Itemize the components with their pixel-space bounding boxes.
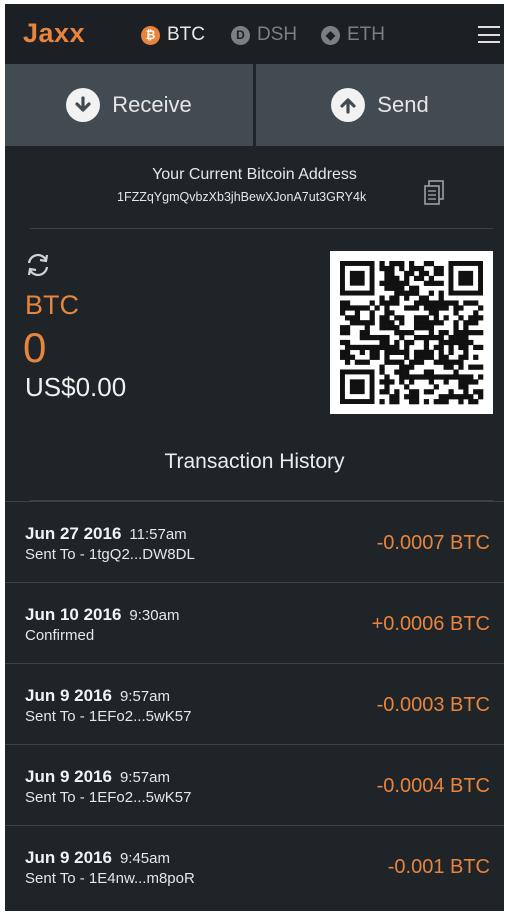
tab-btc[interactable]: ₿ BTC <box>141 24 205 46</box>
transaction-row[interactable]: Jun 9 2016 9:45am Sent To - 1E4nw...m8poR… <box>5 825 504 906</box>
tx-amount: -0.0004 BTC <box>376 775 490 797</box>
tx-time: 9:30am <box>129 607 180 624</box>
dash-icon: D <box>231 25 250 45</box>
tx-date: Jun 9 2016 9:57am <box>25 686 170 705</box>
tx-date: Jun 27 2016 11:57am <box>25 524 187 543</box>
tab-eth-label: ETH <box>347 24 385 45</box>
tx-time: 11:57am <box>129 526 187 543</box>
refresh-icon[interactable] <box>23 250 53 280</box>
action-bar: Receive Send <box>5 64 504 146</box>
tx-amount: +0.0006 BTC <box>371 613 490 635</box>
tx-detail: Sent To - 1tgQ2...DW8DL <box>25 546 195 563</box>
tab-eth[interactable]: ◆ ETH <box>321 24 385 46</box>
transaction-row[interactable]: Jun 10 2016 9:30am Confirmed +0.0006 BTC <box>5 582 504 663</box>
tx-date: Jun 10 2016 9:30am <box>25 605 180 624</box>
bitcoin-icon: ₿ <box>141 25 160 45</box>
transaction-row[interactable]: Jun 27 2016 11:57am Sent To - 1tgQ2...DW8… <box>5 501 504 582</box>
tab-dsh[interactable]: D DSH <box>231 24 297 46</box>
arrow-up-circle-icon <box>331 88 366 122</box>
transaction-list: Jun 27 2016 11:57am Sent To - 1tgQ2...DW8… <box>5 501 504 906</box>
send-label: Send <box>377 92 429 117</box>
tx-detail: Sent To - 1EFo2...5wK57 <box>25 708 192 725</box>
balance-fiat: US$0.00 <box>25 372 127 402</box>
tx-amount: -0.0007 BTC <box>376 532 490 554</box>
send-button[interactable]: Send <box>256 64 504 146</box>
app-logo: Jaxx <box>23 18 86 48</box>
tab-btc-label: BTC <box>167 24 205 45</box>
tx-time: 9:57am <box>119 688 170 705</box>
tx-detail: Sent To - 1EFo2...5wK57 <box>25 789 192 806</box>
receive-label: Receive <box>112 92 192 117</box>
balance-coin: BTC <box>25 290 79 320</box>
history-title: Transaction History <box>164 450 345 473</box>
divider <box>30 228 493 229</box>
ethereum-icon: ◆ <box>321 25 340 45</box>
transaction-row[interactable]: Jun 9 2016 9:57am Sent To - 1EFo2...5wK57… <box>5 744 504 825</box>
transaction-row[interactable]: Jun 9 2016 9:57am Sent To - 1EFo2...5wK57… <box>5 663 504 744</box>
tx-time: 9:57am <box>119 769 170 786</box>
tx-detail: Sent To - 1E4nw...m8poR <box>25 870 195 887</box>
copy-icon[interactable] <box>423 180 445 206</box>
hamburger-menu-icon[interactable] <box>478 26 500 43</box>
bitcoin-address[interactable]: 1FZZqYgmQvbzXb3jhBewXJonA7ut3GRY4k <box>117 190 366 204</box>
tab-dsh-label: DSH <box>257 24 298 45</box>
tx-date: Jun 9 2016 9:57am <box>25 767 170 786</box>
receive-button[interactable]: Receive <box>5 64 253 146</box>
qr-code[interactable] <box>330 251 493 414</box>
tx-time: 9:45am <box>119 850 170 867</box>
top-bar: Jaxx ₿ BTC D DSH ◆ ETH <box>5 4 504 64</box>
arrow-down-circle-icon <box>66 88 101 122</box>
tx-amount: -0.001 BTC <box>387 856 490 878</box>
wallet-screen: Jaxx ₿ BTC D DSH ◆ ETH Receive Send Your… <box>5 4 504 911</box>
balance-amount: 0 <box>23 324 47 371</box>
tx-amount: -0.0003 BTC <box>376 694 490 716</box>
tx-detail: Confirmed <box>25 627 95 644</box>
tx-date: Jun 9 2016 9:45am <box>25 848 170 867</box>
